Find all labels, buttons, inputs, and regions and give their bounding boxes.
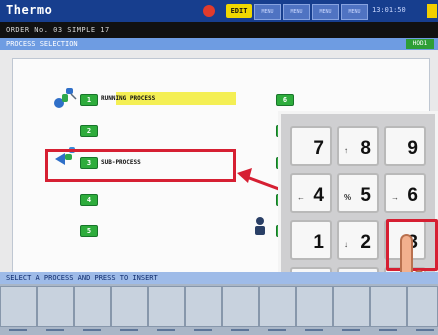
function-button-2[interactable] <box>37 286 74 331</box>
process-selection-screen: Thermo EDIT MENU MENU MENU MENU 13:01:50… <box>0 0 438 335</box>
instruction-text: SELECT A PROCESS AND PRESS TO INSERT <box>6 274 158 282</box>
key-9[interactable]: 9 <box>384 126 426 166</box>
function-button-8[interactable] <box>259 286 296 331</box>
edit-badge: EDIT <box>226 4 252 18</box>
key-2[interactable]: 2 ↓ <box>337 220 379 260</box>
top-menu-button-3[interactable]: MENU <box>312 4 339 20</box>
key-5[interactable]: 5% <box>337 173 379 213</box>
function-button-1[interactable] <box>0 286 37 331</box>
instruction-bar: SELECT A PROCESS AND PRESS TO INSERT <box>0 272 438 284</box>
key-4[interactable]: 4 ← <box>290 173 332 213</box>
top-menu-button-1[interactable]: MENU <box>254 4 281 20</box>
section-title: PROCESS SELECTION <box>6 40 78 48</box>
function-button-7[interactable] <box>222 286 259 331</box>
function-button-11[interactable] <box>370 286 407 331</box>
process-button-2[interactable]: 2 <box>80 125 98 137</box>
function-button-5[interactable] <box>148 286 185 331</box>
function-button-6[interactable] <box>185 286 222 331</box>
process-button-4[interactable]: 4 <box>80 194 98 206</box>
key-8[interactable]: 8 ↑ <box>337 126 379 166</box>
top-title-bar: Thermo EDIT MENU MENU MENU MENU 13:01:50 <box>0 0 438 22</box>
process-button-5[interactable]: 5 <box>80 225 98 237</box>
operator-icon <box>255 217 265 235</box>
function-button-9[interactable] <box>296 286 333 331</box>
mode-line: ORDER No. 03 SIMPLE 17 <box>0 22 438 38</box>
clock: 13:01:50 <box>372 6 406 14</box>
key-6[interactable]: 6 → <box>384 173 426 213</box>
key-1[interactable]: 1 <box>290 220 332 260</box>
section-badge: HOD1 <box>406 39 434 49</box>
top-menu-button-4[interactable]: MENU <box>341 4 368 20</box>
top-menu-button-2[interactable]: MENU <box>283 4 310 20</box>
key-7[interactable]: 7 <box>290 126 332 166</box>
function-button-4[interactable] <box>111 286 148 331</box>
process-button-6[interactable]: 6 <box>276 94 294 106</box>
app-title: Thermo <box>6 3 53 17</box>
order-text: ORDER No. 03 SIMPLE 17 <box>6 26 110 34</box>
section-header: PROCESS SELECTION HOD1 <box>0 38 438 50</box>
subprocess-callout <box>45 149 236 182</box>
function-button-10[interactable] <box>333 286 370 331</box>
top-right-indicator <box>427 4 437 18</box>
function-button-3[interactable] <box>74 286 111 331</box>
robot-arm-icon <box>54 88 77 108</box>
function-button-12[interactable] <box>407 286 438 331</box>
status-indicator <box>203 5 215 17</box>
bottom-function-bar <box>0 284 438 335</box>
process-label-1: RUNNING PROCESS <box>101 95 156 102</box>
process-button-1[interactable]: 1 <box>80 94 98 106</box>
